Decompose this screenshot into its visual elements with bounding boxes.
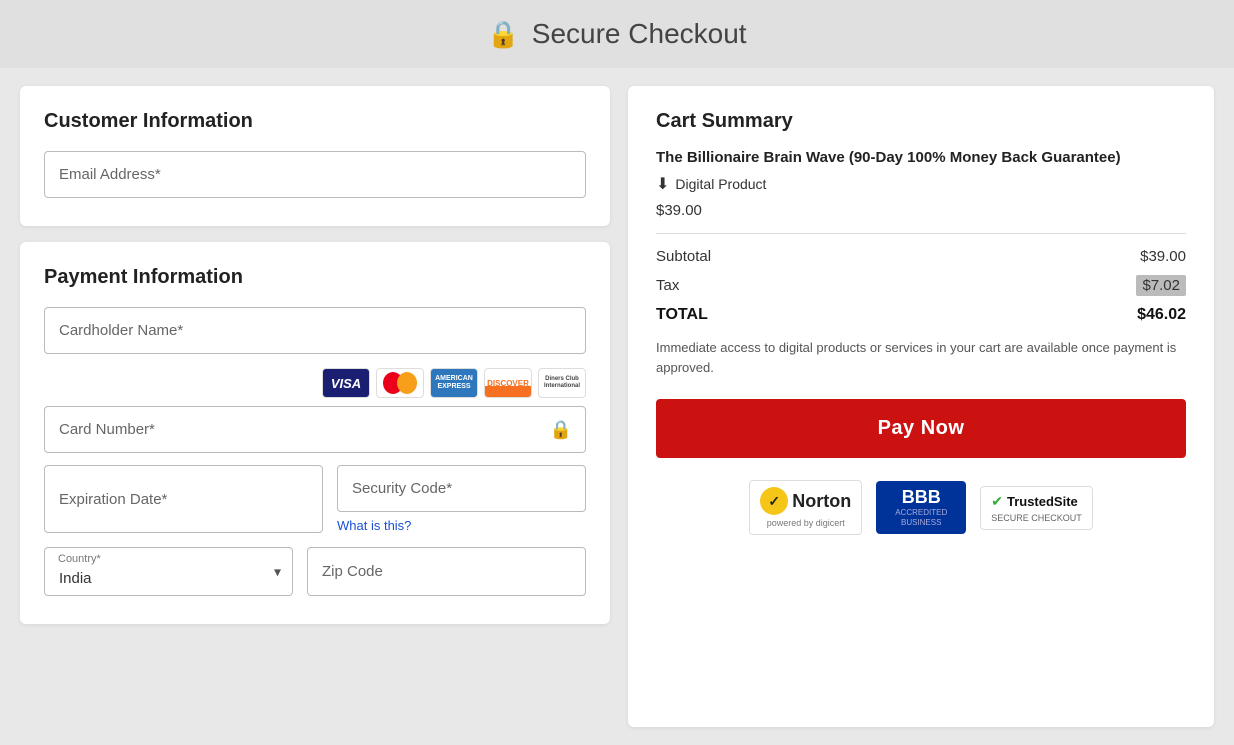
country-label: Country* [58, 553, 101, 565]
cart-summary-title: Cart Summary [656, 110, 1186, 133]
bbb-name: BBB [902, 487, 941, 508]
checkout-header: 🔒 Secure Checkout [0, 0, 1234, 68]
expiry-security-row: What is this? [44, 465, 586, 533]
total-row: TOTAL $46.02 [656, 306, 1186, 324]
email-input[interactable] [44, 151, 586, 198]
visa-icon: VISA [322, 368, 370, 398]
total-value: $46.02 [1137, 306, 1186, 324]
security-col: What is this? [337, 465, 586, 533]
access-note: Immediate access to digital products or … [656, 338, 1186, 377]
customer-info-card: Customer Information [20, 86, 610, 226]
right-panel: Cart Summary The Billionaire Brain Wave … [628, 86, 1214, 727]
total-label: TOTAL [656, 306, 708, 324]
country-wrapper: Country* India United States United King… [44, 547, 293, 596]
left-panel: Customer Information Payment Information… [20, 86, 610, 727]
product-price: $39.00 [656, 202, 1186, 219]
mastercard-icon [376, 368, 424, 398]
country-zip-row: Country* India United States United King… [44, 547, 586, 596]
norton-sub: powered by digicert [767, 518, 845, 528]
security-code-input[interactable] [337, 465, 586, 512]
cart-divider [656, 233, 1186, 234]
norton-name: Norton [792, 491, 851, 512]
trustedsite-checkmark-icon: ✔ [991, 493, 1003, 510]
main-content: Customer Information Payment Information… [0, 68, 1234, 745]
subtotal-row: Subtotal $39.00 [656, 248, 1186, 265]
tax-label: Tax [656, 277, 679, 294]
subtotal-label: Subtotal [656, 248, 711, 265]
download-icon: ⬇ [656, 174, 669, 194]
tax-row: Tax $7.02 [656, 275, 1186, 296]
norton-badge: ✓ Norton powered by digicert [749, 480, 862, 535]
diners-club-icon: Diners ClubInternational [538, 368, 586, 398]
card-number-input[interactable] [44, 406, 586, 453]
trusted-top: ✔ TrustedSite [991, 493, 1078, 510]
what-is-this-link[interactable]: What is this? [337, 518, 586, 533]
pay-now-button[interactable]: Pay Now [656, 399, 1186, 458]
lock-icon: 🔒 [487, 19, 519, 50]
digital-product-label: Digital Product [675, 176, 766, 192]
page-title: Secure Checkout [532, 18, 747, 50]
payment-info-title: Payment Information [44, 266, 586, 289]
subtotal-value: $39.00 [1140, 248, 1186, 265]
trustedsite-badge: ✔ TrustedSite SECURE CHECKOUT [980, 486, 1093, 530]
card-lock-icon: 🔒 [550, 419, 572, 440]
card-icons-row: VISA AMERICANEXPRESS DISCOVER Diners Clu… [44, 368, 586, 398]
trusted-sub: SECURE CHECKOUT [991, 513, 1082, 523]
norton-checkmark-icon: ✓ [760, 487, 788, 515]
discover-icon: DISCOVER [484, 368, 532, 398]
bbb-sub: ACCREDITEDBUSINESS [895, 508, 947, 529]
card-number-wrapper: 🔒 [44, 406, 586, 453]
expiration-date-input[interactable] [44, 465, 323, 533]
trust-badges: ✓ Norton powered by digicert BBB ACCREDI… [656, 480, 1186, 535]
customer-info-title: Customer Information [44, 110, 586, 133]
cardholder-name-input[interactable] [44, 307, 586, 354]
payment-info-card: Payment Information VISA AMERICANEXPRESS… [20, 242, 610, 624]
tax-value: $7.02 [1136, 275, 1186, 296]
digital-product-row: ⬇ Digital Product [656, 174, 1186, 194]
product-name: The Billionaire Brain Wave (90-Day 100% … [656, 149, 1186, 166]
trusted-name: TrustedSite [1007, 494, 1078, 509]
zip-code-input[interactable] [307, 547, 586, 596]
bbb-badge: BBB ACCREDITEDBUSINESS [876, 481, 966, 535]
norton-top: ✓ Norton [760, 487, 851, 515]
amex-icon: AMERICANEXPRESS [430, 368, 478, 398]
